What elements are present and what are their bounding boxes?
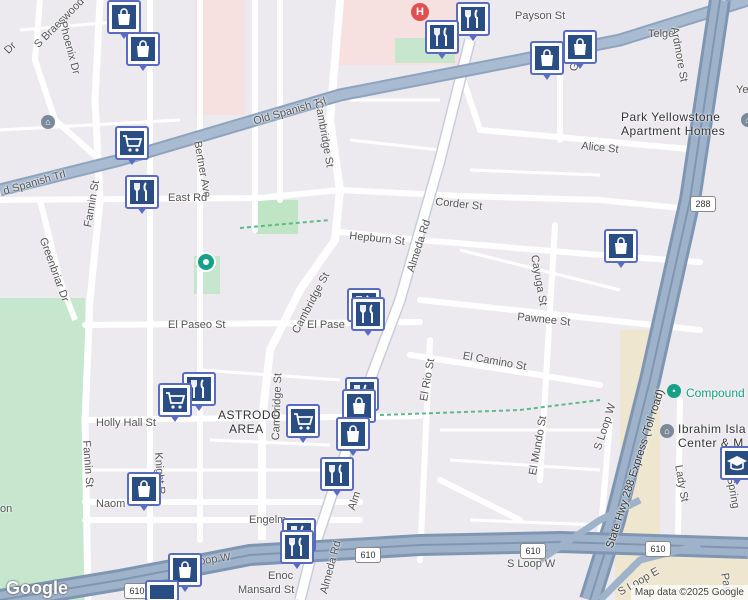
shopping-bag-marker[interactable] [530,41,564,81]
area-label: ASTRODO [218,408,281,422]
restaurant-icon [360,304,373,323]
park-pin-icon[interactable] [196,252,216,272]
street-label: Engelm [249,514,287,526]
i610-shield: 610 [645,541,671,557]
street-label: Naom [96,498,126,510]
park-field [256,200,298,234]
map-canvas[interactable]: H ⌂ ⌂ ⌂ • S Braeswood Phoenix Dr Dr Pays… [0,0,748,600]
shopping-bag-icon [118,8,130,25]
shopping-bag-icon [574,38,586,55]
hospital-icon[interactable]: H [411,3,429,21]
street-label: on [0,503,13,515]
restaurant-icon [434,27,447,46]
street-label: Payson St [515,10,566,22]
street-label: Enoc [268,570,294,582]
restaurant-marker[interactable] [425,20,459,60]
street-label: Holly Hall St [96,417,156,429]
street-label: S Loop W [507,558,556,570]
street-label: East Rd [168,192,208,204]
school-marker[interactable] [720,446,748,486]
school-icon [727,456,747,471]
shopping-bag-icon [138,480,150,497]
shopping-bag-icon [179,561,191,578]
street-label: Cambridge St [270,372,285,441]
school-icon: ⌂ [41,115,55,129]
shopping-cart-icon [166,392,186,409]
hwy-288-shield: 288 [690,196,716,212]
street-label: El Pase [307,319,345,331]
place-label[interactable]: Park Yellowstone [621,110,720,124]
map-attribution[interactable]: Map data ©2025 Google [630,585,748,600]
restaurant-marker[interactable] [320,457,354,497]
poi-label[interactable]: Compound [686,386,745,400]
google-logo[interactable]: Google [6,578,68,599]
street-label: Mansard St [238,584,295,596]
place-label[interactable]: Apartment Homes [621,124,725,138]
shopping-bag-icon [541,49,553,66]
restaurant-icon [134,182,147,201]
street-label: Yel [736,84,748,96]
restaurant-marker[interactable] [456,2,490,42]
restaurant-icon [465,9,478,28]
shopping-cart-icon [294,413,314,430]
shopping-bag-icon [615,237,627,254]
area-label: AREA [229,422,264,436]
restaurant-marker[interactable] [280,530,314,570]
shopping-bag-marker[interactable] [126,32,160,72]
grocery-cart-marker[interactable] [115,126,149,166]
shopping-bag-icon [137,40,149,57]
shopping-bag-marker[interactable] [127,472,161,512]
i610-shield: 610 [355,547,381,563]
shopping-bag-icon [353,397,365,414]
compound-icon: • [667,384,681,398]
shopping-cart-icon [123,135,143,152]
shopping-bag-icon [347,425,359,442]
mosque-icon: ⌂ [660,424,674,438]
grocery-cart-marker[interactable] [158,383,192,423]
grocery-cart-marker[interactable] [145,580,179,600]
shopping-bag-marker[interactable] [336,417,370,457]
restaurant-marker[interactable] [125,175,159,215]
shopping-bag-marker[interactable] [604,229,638,269]
shopping-bag-marker[interactable] [563,30,597,70]
restaurant-icon [329,464,342,483]
restaurant-marker[interactable] [351,297,385,337]
i610-shield: 610 [520,543,546,559]
poi-label[interactable]: Ibrahim Isla [678,422,746,436]
grocery-cart-marker[interactable] [286,404,320,444]
street-label: El Paseo St [168,319,226,331]
restaurant-icon [289,537,302,556]
apartment-icon: ⌂ [741,113,748,127]
park-area-west [0,298,85,600]
